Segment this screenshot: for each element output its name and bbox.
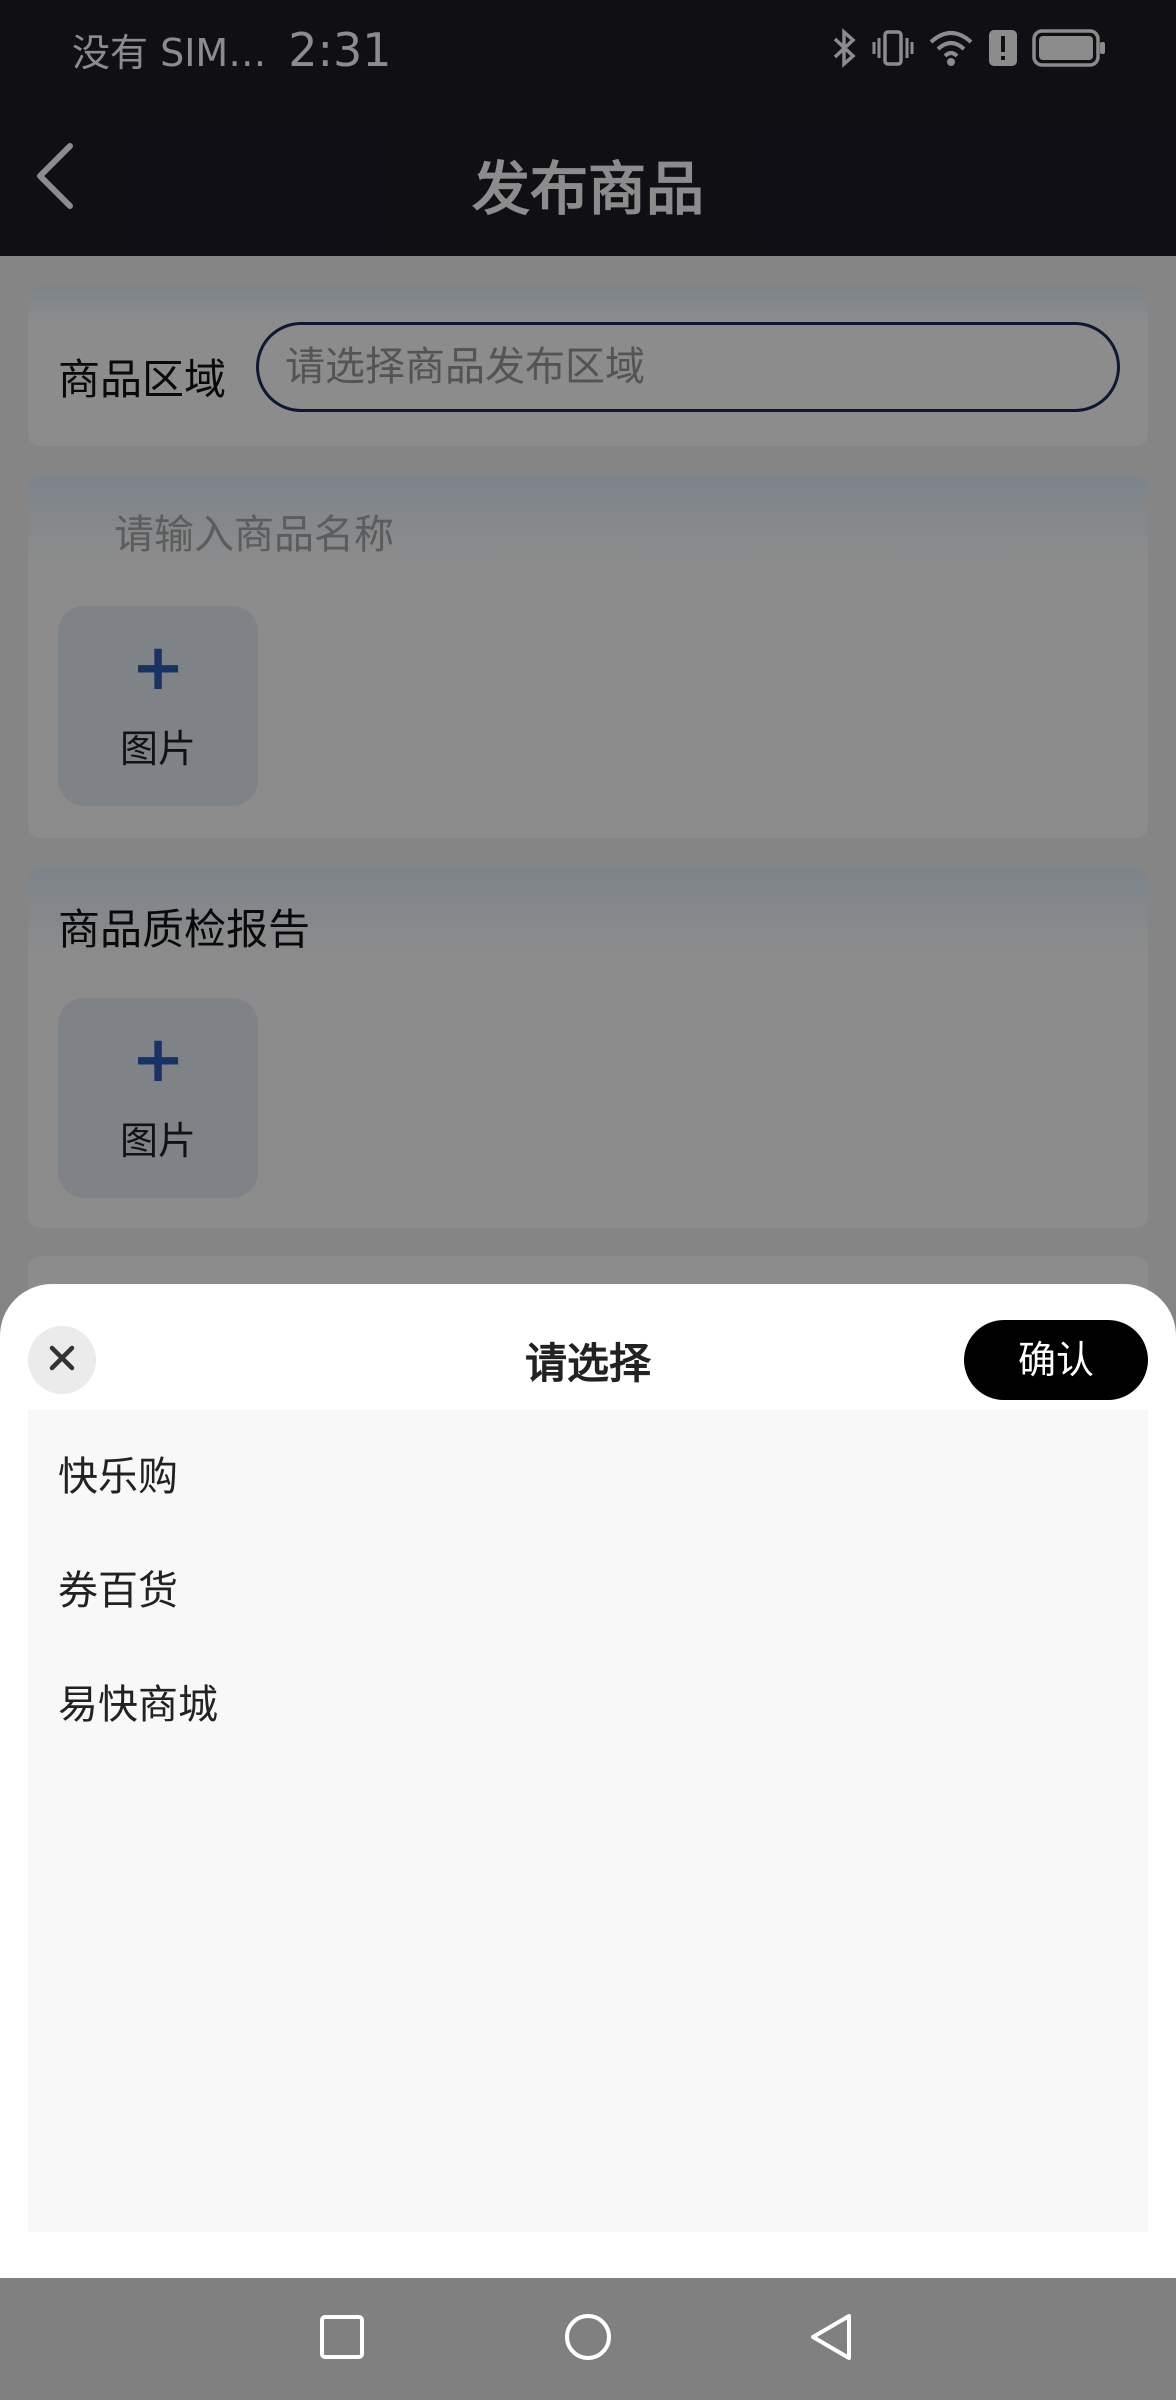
triangle-back-icon <box>807 2312 855 2366</box>
confirm-button[interactable]: 确认 <box>964 1320 1148 1400</box>
list-item[interactable]: 券百货 <box>58 1558 178 1616</box>
home-button[interactable] <box>557 2308 619 2370</box>
circle-home-icon <box>563 2312 613 2366</box>
system-back-button[interactable] <box>800 2308 862 2370</box>
option-list: 快乐购 券百货 易快商城 <box>28 1410 1148 2232</box>
square-recents-icon <box>319 2314 365 2364</box>
list-item[interactable]: 快乐购 <box>58 1444 178 1502</box>
picker-sheet: 请选择 确认 快乐购 券百货 易快商城 <box>0 1284 1176 2278</box>
list-item[interactable]: 易快商城 <box>58 1672 218 1730</box>
recents-button[interactable] <box>311 2308 373 2370</box>
system-nav-bar <box>0 2278 1176 2400</box>
